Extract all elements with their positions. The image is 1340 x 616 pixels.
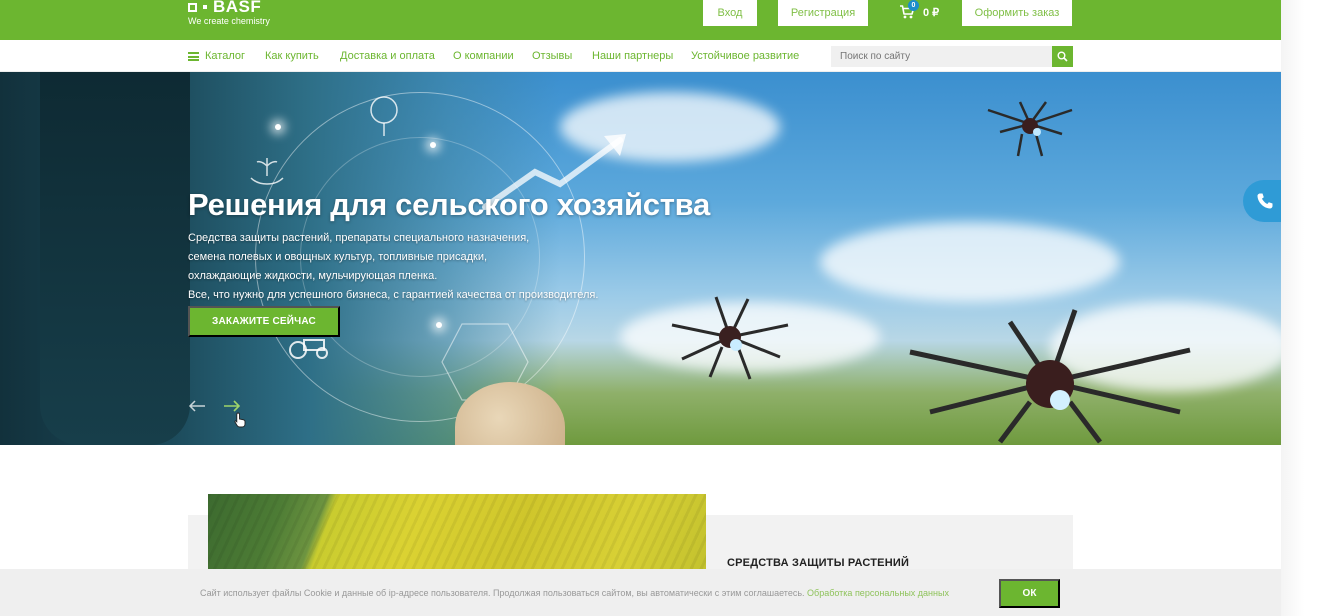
hero-line: Средства защиты растений, препараты спец… <box>188 232 530 244</box>
slider-next-arrow-icon[interactable] <box>223 400 241 412</box>
hero-farmer-shirt <box>40 72 190 445</box>
drone-large-icon <box>909 309 1191 444</box>
hero-description: Средства защиты растений, препараты спец… <box>188 229 658 305</box>
basf-logo[interactable]: BASF We create chemistry <box>188 0 270 27</box>
logo-tagline: We create chemistry <box>188 16 270 26</box>
cookie-text: Сайт использует файлы Cookie и данные об… <box>200 588 949 598</box>
hero-cloud <box>820 222 1120 302</box>
cookie-ok-button[interactable]: ОК <box>999 579 1060 608</box>
slider-prev-arrow-icon[interactable] <box>188 400 206 412</box>
nav-item-sustainability[interactable]: Устойчивое развитие <box>691 50 799 62</box>
logo-dot-icon <box>203 5 207 9</box>
nav-item-about[interactable]: О компании <box>453 50 514 62</box>
top-bar-corner <box>1251 0 1281 40</box>
search-icon <box>1057 51 1068 62</box>
hero-line: охлаждающие жидкости, мульчирующая пленк… <box>188 270 438 282</box>
privacy-link[interactable]: Обработка персональных данных <box>807 588 949 598</box>
page: BASF We create chemistry Вход Регистраци… <box>0 0 1340 616</box>
nav-item-delivery[interactable]: Доставка и оплата <box>340 50 435 62</box>
order-now-button[interactable]: ЗАКАЖИТЕ СЕЙЧАС <box>188 306 340 337</box>
cart-count-badge: 0 <box>908 0 919 11</box>
cart[interactable]: 0 0 ₽ <box>899 0 940 20</box>
sparkle <box>430 142 436 148</box>
nav-item-reviews[interactable]: Отзывы <box>532 50 572 62</box>
register-button[interactable]: Регистрация <box>778 0 868 26</box>
hero-title: Решения для сельского хозяйства <box>188 187 710 222</box>
login-button[interactable]: Вход <box>703 0 757 26</box>
cookie-banner: Сайт использует файлы Cookie и данные об… <box>0 569 1281 616</box>
cart-icon[interactable]: 0 <box>899 0 919 20</box>
nav-item-partners[interactable]: Наши партнеры <box>592 50 673 62</box>
hand-cursor-icon <box>234 412 246 428</box>
search-box <box>831 46 1073 67</box>
hero-line: семена полевых и овощных культур, топлив… <box>188 251 488 263</box>
menu-icon[interactable] <box>188 52 199 61</box>
checkout-button[interactable]: Оформить заказ <box>962 0 1072 26</box>
hero-banner: Решения для сельского хозяйства Средства… <box>0 72 1281 445</box>
drone-small-icon <box>987 101 1073 157</box>
cookie-message: Сайт использует файлы Cookie и данные об… <box>200 588 805 598</box>
page-gutter <box>1281 0 1340 616</box>
site: BASF We create chemistry Вход Регистраци… <box>0 0 1287 616</box>
phone-icon <box>1257 193 1273 209</box>
hero-line: Все, что нужно для успешного бизнеса, с … <box>188 289 599 301</box>
main-nav: Каталог Как купить Доставка и оплата О к… <box>0 40 1281 72</box>
sparkle <box>275 124 281 130</box>
sparkle <box>436 322 442 328</box>
logo-mark: BASF <box>188 0 270 14</box>
logo-square-icon <box>188 2 197 12</box>
nav-item-catalog[interactable]: Каталог <box>205 50 245 62</box>
tractor-icon <box>289 339 328 359</box>
cart-total: 0 ₽ <box>923 6 940 19</box>
nav-item-how-to-buy[interactable]: Как купить <box>265 50 319 62</box>
drone-medium-icon <box>671 296 789 380</box>
category-card-title[interactable]: СРЕДСТВА ЗАЩИТЫ РАСТЕНИЙ <box>727 557 909 569</box>
logo-text: BASF <box>213 0 262 14</box>
tree-icon <box>370 96 398 136</box>
search-input[interactable] <box>831 46 1052 67</box>
search-button[interactable] <box>1052 46 1073 67</box>
